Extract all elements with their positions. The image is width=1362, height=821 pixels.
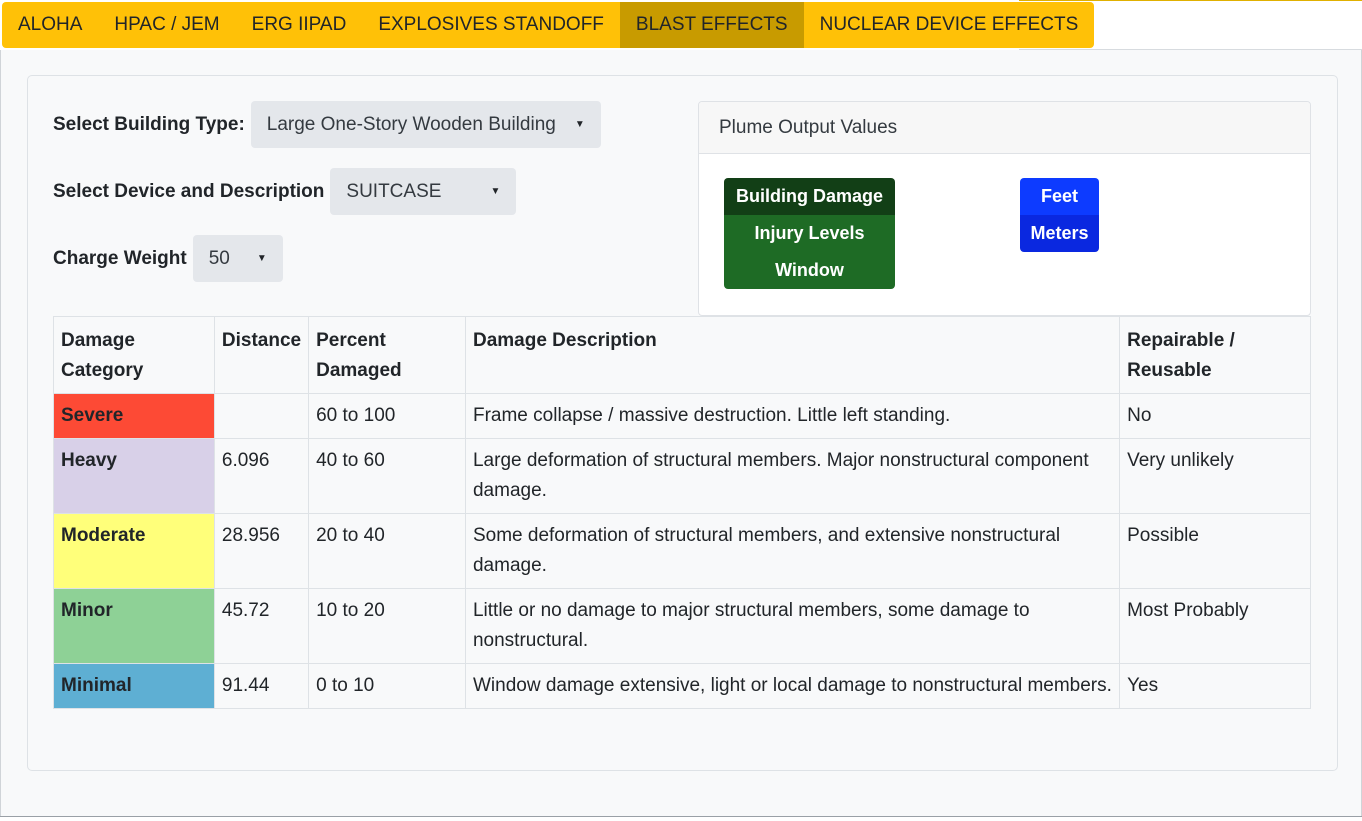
- building-damage-button[interactable]: Building Damage: [724, 178, 895, 215]
- tab-list: ALOHA HPAC / JEM ERG IIPAD EXPLOSIVES ST…: [2, 2, 1095, 48]
- table-header-row: Damage Category Distance Percent Damaged…: [53, 316, 1311, 394]
- table-row: Minor 45.72 10 to 20 Little or no damage to…: [53, 588, 1311, 664]
- building-type-row: Select Building Type: Large One-Story Wo…: [53, 101, 601, 148]
- chevron-down-icon: ▼: [574, 119, 585, 130]
- building-type-select[interactable]: Large One-Story Wooden Building ▼: [250, 101, 601, 148]
- units-button-group: Feet Meters: [1020, 178, 1099, 252]
- damage-description-cell: Window damage extensive, light or local …: [464, 663, 1121, 709]
- tab-nuclear-device-effects[interactable]: NUCLEAR DEVICE EFFECTS: [804, 2, 1095, 48]
- distance-cell: [213, 393, 310, 439]
- charge-weight-value: 50: [208, 247, 230, 269]
- table-row: Moderate 28.956 20 to 40 Some deformation o…: [53, 513, 1311, 589]
- charge-weight-row: Charge Weight 50 ▼: [53, 235, 283, 282]
- repairable-cell: Most Probably: [1119, 588, 1311, 664]
- distance-cell: 28.956: [213, 513, 310, 589]
- damage-description-cell: Large deformation of structural members.…: [464, 438, 1121, 514]
- chevron-down-icon: ▼: [490, 186, 501, 197]
- distance-cell: 45.72: [213, 588, 310, 664]
- output-type-button-group: Building Damage Injury Levels Window Bre…: [724, 178, 895, 289]
- damage-category-cell: Heavy: [53, 438, 215, 514]
- tab-aloha[interactable]: ALOHA: [2, 2, 98, 48]
- table-row: Severe 60 to 100 Frame collapse / massive …: [53, 393, 1311, 439]
- repairable-cell: Possible: [1119, 513, 1311, 589]
- device-label: Select Device and Description: [53, 180, 325, 202]
- plume-output-title: Plume Output Values: [699, 102, 1310, 154]
- damage-category-cell: Minimal: [53, 663, 215, 709]
- meters-button[interactable]: Meters: [1020, 215, 1099, 252]
- page-bottom-edge: [0, 816, 1362, 821]
- tab-hpac-jem[interactable]: HPAC / JEM: [98, 2, 235, 48]
- chevron-down-icon: ▼: [256, 253, 267, 264]
- distance-cell: 6.096: [213, 438, 310, 514]
- top-tab-bar: ALOHA HPAC / JEM ERG IIPAD EXPLOSIVES ST…: [0, 0, 1362, 50]
- distance-cell: 91.44: [213, 663, 310, 709]
- charge-weight-label: Charge Weight: [53, 247, 187, 269]
- header-repairable: Repairable / Reusable: [1119, 316, 1311, 394]
- tab-explosives-standoff[interactable]: EXPLOSIVES STANDOFF: [362, 2, 620, 48]
- repairable-cell: Yes: [1119, 663, 1311, 709]
- damage-category-cell: Severe: [53, 393, 215, 439]
- table-row: Minimal 91.44 0 to 10 Window damage extensi…: [53, 663, 1311, 709]
- charge-weight-select[interactable]: 50 ▼: [192, 235, 283, 282]
- building-type-value: Large One-Story Wooden Building: [266, 113, 556, 135]
- header-distance: Distance: [213, 316, 310, 394]
- injury-levels-button[interactable]: Injury Levels: [724, 215, 895, 252]
- feet-button[interactable]: Feet: [1020, 178, 1099, 215]
- device-select[interactable]: SUITCASE ▼: [330, 168, 517, 215]
- percent-damaged-cell: 10 to 20: [308, 588, 466, 664]
- repairable-cell: Very unlikely: [1119, 438, 1311, 514]
- damage-category-cell: Minor: [53, 588, 215, 664]
- device-row: Select Device and Description SUITCASE ▼: [53, 168, 517, 215]
- header-damage-category: Damage Category: [53, 316, 215, 394]
- damage-description-cell: Some deformation of structural members, …: [464, 513, 1121, 589]
- device-value: SUITCASE: [346, 180, 442, 202]
- percent-damaged-cell: 60 to 100: [308, 393, 466, 439]
- repairable-cell: No: [1119, 393, 1311, 439]
- damage-table: Damage Category Distance Percent Damaged…: [53, 316, 1311, 709]
- percent-damaged-cell: 20 to 40: [308, 513, 466, 589]
- damage-category-cell: Moderate: [53, 513, 215, 589]
- header-percent-damaged: Percent Damaged: [308, 316, 466, 394]
- header-damage-description: Damage Description: [464, 316, 1121, 394]
- plume-output-panel: Plume Output Values Building Damage Inju…: [698, 101, 1311, 316]
- damage-description-cell: Frame collapse / massive destruction. Li…: [464, 393, 1121, 439]
- building-type-label: Select Building Type:: [53, 113, 245, 135]
- percent-damaged-cell: 0 to 10: [308, 663, 466, 709]
- percent-damaged-cell: 40 to 60: [308, 438, 466, 514]
- table-row: Heavy 6.096 40 to 60 Large deformation of s…: [53, 438, 1311, 514]
- window-breakage-button[interactable]: Window Breakage: [724, 252, 895, 289]
- tab-erg-iipad[interactable]: ERG IIPAD: [236, 2, 363, 48]
- damage-description-cell: Little or no damage to major structural …: [464, 588, 1121, 664]
- tab-blast-effects[interactable]: BLAST EFFECTS: [619, 2, 804, 48]
